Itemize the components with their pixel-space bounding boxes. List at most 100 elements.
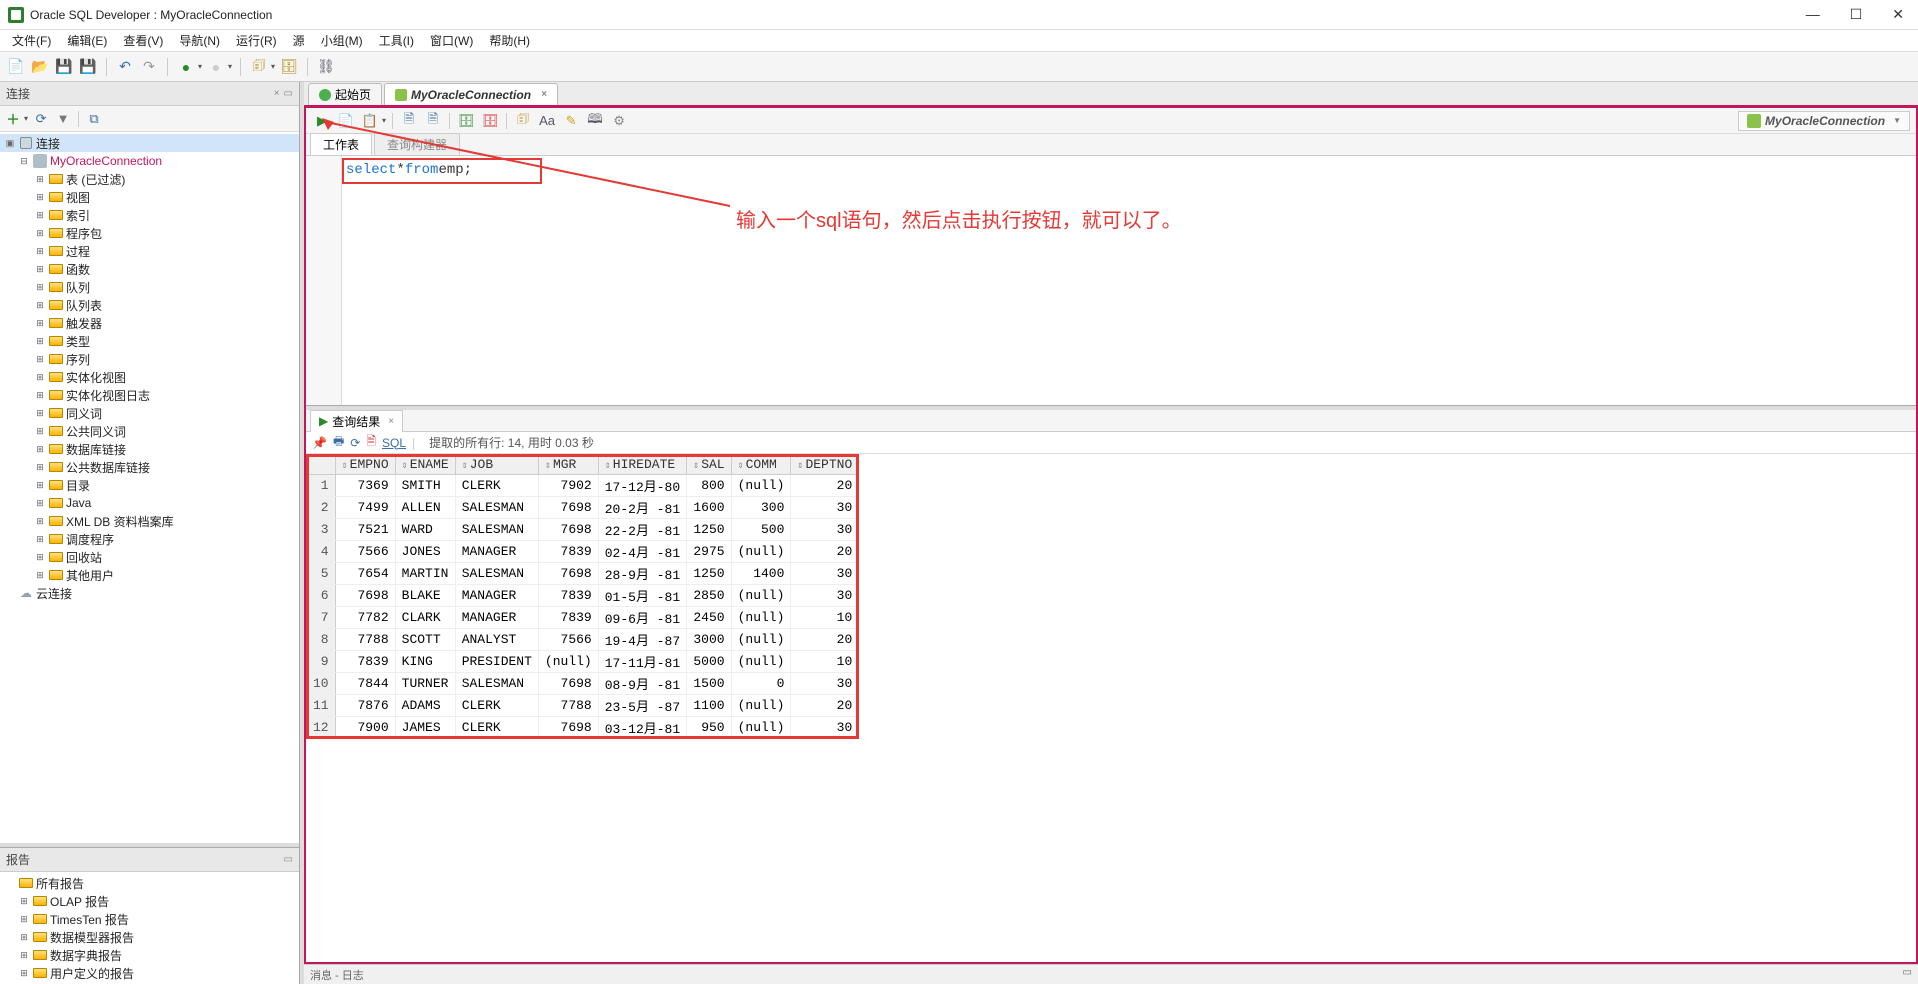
reports-tree[interactable]: 所有报告 ⊞OLAP 报告⊞TimesTen 报告⊞数据模型器报告⊞数据字典报告… [0,872,299,984]
bookmark-icon[interactable]: 🕮 [585,111,605,131]
tree-item[interactable]: ⊞视图 [0,188,299,206]
column-header[interactable]: ⇕SAL [687,455,731,475]
reports-root[interactable]: 所有报告 [0,874,299,892]
worksheet-tab[interactable]: 工作表 [310,133,372,155]
delete-icon[interactable]: 🗎 [366,432,376,453]
menu-item[interactable]: 文件(F) [4,30,59,51]
close-icon[interactable]: ▭ [1903,967,1912,978]
tree-item[interactable]: ⊞目录 [0,476,299,494]
table-row[interactable]: 117876ADAMSCLERK778823-5月 -871100(null)2… [307,695,859,717]
column-header[interactable]: ⇕EMPNO [335,455,395,475]
panel-minimize-icon[interactable]: ▭ [284,88,293,99]
menu-item[interactable]: 帮助(H) [481,30,538,51]
tree-item[interactable]: ⊞队列表 [0,296,299,314]
connections-tree[interactable]: ▣ 连接 ⊟ MyOracleConnection ⊞表 (已过滤)⊞视图⊞索引… [0,132,299,843]
query-builder-tab[interactable]: 查询构建器 [374,133,460,155]
open-icon[interactable]: 📂 [30,57,50,77]
column-header[interactable]: ⇕HIREDATE [598,455,686,475]
table-row[interactable]: 107844TURNERSALESMAN769808-9月 -811500030 [307,673,859,695]
tree-item[interactable]: ⊞XML DB 资料档案库 [0,512,299,530]
tree-item[interactable]: ⊞TimesTen 报告 [0,910,299,928]
copy-icon[interactable]: ⧉ [85,110,103,128]
run-script-icon[interactable]: 📄 [336,111,356,131]
filter-icon[interactable]: ▼ [54,110,72,128]
nav-forward-icon[interactable]: ● [206,57,226,77]
close-button[interactable]: ✕ [1886,4,1910,25]
dba-icon[interactable]: 🗄 [279,57,299,77]
new-icon[interactable]: 📄 [6,57,26,77]
uppercase-icon[interactable]: Aa [537,111,557,131]
tree-item[interactable]: ⊞索引 [0,206,299,224]
table-row[interactable]: 127900JAMESCLERK769803-12月-81950(null)30 [307,717,859,739]
tree-item[interactable]: ⊞公共同义词 [0,422,299,440]
table-row[interactable]: 37521WARDSALESMAN769822-2月 -81125050030 [307,519,859,541]
clear-icon[interactable]: 🗄 [480,111,500,131]
rollback-icon[interactable]: 🗄 [456,111,476,131]
table-row[interactable]: 67698BLAKEMANAGER783901-5月 -812850(null)… [307,585,859,607]
tree-item[interactable]: ⊞表 (已过滤) [0,170,299,188]
close-tab-icon[interactable]: × [541,89,547,100]
tree-item[interactable]: ⊞触发器 [0,314,299,332]
tree-cloud-connections[interactable]: ☁ 云连接 [0,584,299,602]
monitor-icon[interactable]: ⛓ [316,57,336,77]
sql-editor[interactable]: select * from emp ; [306,156,1916,406]
tree-item[interactable]: ⊞公共数据库链接 [0,458,299,476]
menu-item[interactable]: 运行(R) [228,30,285,51]
table-row[interactable]: 17369SMITHCLERK790217-12月-80800(null)20 [307,475,859,497]
new-connection-icon[interactable]: ＋ [4,110,22,128]
tree-item[interactable]: ⊞调度程序 [0,530,299,548]
connection-selector[interactable]: MyOracleConnection ▼ [1738,111,1910,131]
tree-root-connections[interactable]: ▣ 连接 [0,134,299,152]
table-row[interactable]: 27499ALLENSALESMAN769820-2月 -81160030030 [307,497,859,519]
column-header[interactable]: ⇕COMM [731,455,791,475]
tree-item[interactable]: ⊞数据模型器报告 [0,928,299,946]
close-tab-icon[interactable]: × [388,416,394,427]
undo-icon[interactable]: ↶ [115,57,135,77]
tree-item[interactable]: ⊞实体化视图日志 [0,386,299,404]
save-icon[interactable]: 💾 [54,57,74,77]
tree-item[interactable]: ⊞数据字典报告 [0,946,299,964]
panel-pin-icon[interactable]: × [274,88,280,99]
tab-connection[interactable]: MyOracleConnection × [384,83,558,105]
tree-item[interactable]: ⊞实体化视图 [0,368,299,386]
menu-item[interactable]: 编辑(E) [59,30,115,51]
explain-plan-icon[interactable]: 📋 [360,111,380,131]
redo-icon[interactable]: ↷ [139,57,159,77]
tab-start-page[interactable]: 起始页 [308,83,382,105]
sql-history-icon[interactable]: 🗊 [513,111,533,131]
minimize-button[interactable]: — [1800,4,1826,25]
tree-item[interactable]: ⊞回收站 [0,548,299,566]
menu-item[interactable]: 工具(I) [371,30,422,51]
tree-item[interactable]: ⊞队列 [0,278,299,296]
settings-icon[interactable]: ⚙ [609,111,629,131]
tree-item[interactable]: ⊞OLAP 报告 [0,892,299,910]
sql-worksheet-icon[interactable]: 🗊 [249,57,269,77]
maximize-button[interactable]: ☐ [1844,4,1869,25]
column-header[interactable]: ⇕ENAME [395,455,455,475]
commit-icon[interactable]: 🗎 [423,111,443,131]
query-result-tab[interactable]: ▶ 查询结果 × [310,410,403,432]
sql-link[interactable]: SQL [382,436,406,450]
tree-item[interactable]: ⊞过程 [0,242,299,260]
menu-item[interactable]: 窗口(W) [422,30,481,51]
tree-item[interactable]: ⊞其他用户 [0,566,299,584]
nav-back-icon[interactable]: ● [176,57,196,77]
table-row[interactable]: 97839KINGPRESIDENT(null)17-11月-815000(nu… [307,651,859,673]
autotrace-icon[interactable]: 🗎 [399,111,419,131]
refresh-icon[interactable]: ⟳ [32,110,50,128]
column-header[interactable]: ⇕JOB [455,455,538,475]
column-header[interactable]: ⇕DEPTNO [791,455,859,475]
pin-icon[interactable]: 📌 [312,436,327,450]
tree-connection-node[interactable]: ⊟ MyOracleConnection [0,152,299,170]
print-icon[interactable]: 🖶 [333,432,344,453]
sql-text[interactable]: select * from emp ; [346,162,472,178]
tree-item[interactable]: ⊞程序包 [0,224,299,242]
format-icon[interactable]: ✎ [561,111,581,131]
table-row[interactable]: 57654MARTINSALESMAN769828-9月 -8112501400… [307,563,859,585]
results-grid[interactable]: ⇕EMPNO⇕ENAME⇕JOB⇕MGR⇕HIREDATE⇕SAL⇕COMM⇕D… [306,454,1916,962]
table-row[interactable]: 47566JONESMANAGER783902-4月 -812975(null)… [307,541,859,563]
tree-item[interactable]: ⊞序列 [0,350,299,368]
refresh-icon[interactable]: ⟳ [350,436,360,450]
tree-item[interactable]: ⊞Java [0,494,299,512]
tree-item[interactable]: ⊞同义词 [0,404,299,422]
